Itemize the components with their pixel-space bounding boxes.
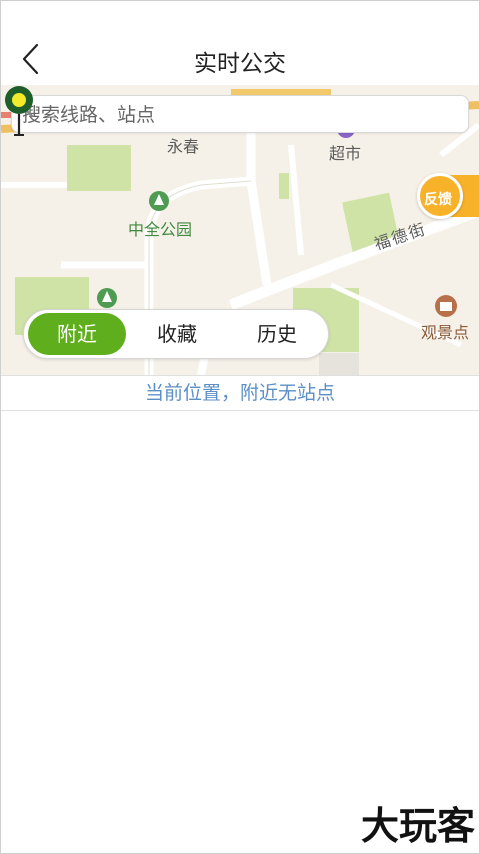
header-bar: 实时公交 [1,1,479,85]
feedback-label: 反馈 [424,192,452,208]
tab-favorites[interactable]: 收藏 [128,313,226,355]
location-pin-icon [5,86,33,136]
poi-yongchun[interactable]: 永春 [167,133,199,157]
tab-switcher: 附近 收藏 历史 [23,309,329,359]
search-bar[interactable] [11,95,469,133]
tab-history[interactable]: 历史 [228,313,326,355]
page-title: 实时公交 [194,51,286,77]
watermark-text: 大玩客 [360,804,475,848]
poi-chaoshi[interactable]: 超市 [329,140,361,164]
feedback-button[interactable]: 反馈 [417,173,479,221]
poi-scenic-spot[interactable]: 观景点 [421,319,469,343]
poi-zhongquan-park[interactable]: 中全公园 [128,216,192,240]
app-screen: 实时公交 搜索线路、站点 永春 超市 中全公园 福德街 观景点 反馈 附近 收藏… [0,0,480,854]
tab-nearby[interactable]: 附近 [28,313,126,355]
search-input[interactable] [22,101,402,129]
map-view[interactable]: 永春 超市 中全公园 福德街 观景点 反馈 附近 收藏 历史 [1,85,479,375]
nearby-status-message: 当前位置，附近无站点 [1,375,479,411]
